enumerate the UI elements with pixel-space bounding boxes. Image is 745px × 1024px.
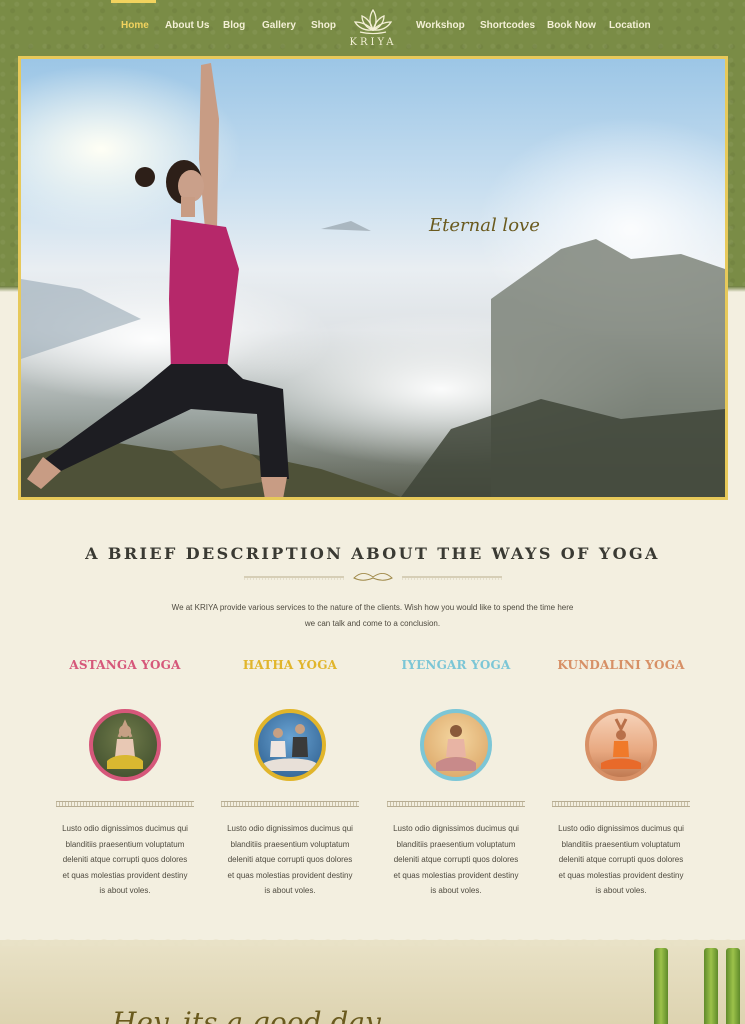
meditating-figure-icon (601, 718, 641, 769)
text-line: is about voles. (264, 886, 316, 895)
yoga-title[interactable]: HATHA YOGA (220, 658, 360, 676)
kundalini-yoga-photo[interactable] (585, 709, 657, 781)
yoga-description: Lusto odio dignissimos ducimus qui bland… (551, 821, 691, 899)
yoga-divider (552, 801, 690, 807)
yoga-card-kundalini: KUNDALINI YOGA Lusto odio dignissimos du… (551, 658, 691, 899)
text-line: et quas molestias provident destiny (227, 870, 353, 880)
text-line: deleniti atque corrupti quos dolores (558, 855, 684, 864)
yoga-card-astanga: ASTANGA YOGA Lusto odio dignissimos duci… (55, 658, 195, 899)
hero-caption: Eternal love (429, 215, 540, 236)
yoga-divider (56, 801, 194, 807)
text-line: Lusto odio dignissimos ducimus qui (227, 824, 353, 833)
nav-item-blog[interactable]: Blog (223, 20, 245, 31)
yoga-card-hatha: HATHA YOGA Lusto odio dignissimos ducimu… (220, 658, 360, 899)
text-line: et quas molestias provident destiny (62, 870, 188, 880)
yoga-card-iyengar: IYENGAR YOGA Lusto odio dignissimos duci… (386, 658, 526, 899)
description-line-1: We at KRIYA provide various services to … (171, 603, 574, 612)
yoga-description: Lusto odio dignissimos ducimus qui bland… (220, 821, 360, 899)
text-line: deleniti atque corrupti quos dolores (393, 855, 519, 864)
yoga-divider (221, 801, 359, 807)
bamboo-stalk (704, 948, 718, 1024)
nav-item-gallery[interactable]: Gallery (262, 20, 296, 31)
iyengar-yoga-photo[interactable] (420, 709, 492, 781)
astanga-yoga-photo[interactable] (89, 709, 161, 781)
text-line: deleniti atque corrupti quos dolores (62, 855, 188, 864)
text-line: is about voles. (99, 886, 151, 895)
two-figures-icon (264, 724, 316, 771)
text-line: Lusto odio dignissimos ducimus qui (62, 824, 188, 833)
ornament-divider (244, 572, 502, 581)
section-description: We at KRIYA provide various services to … (150, 600, 595, 632)
text-line: Lusto odio dignissimos ducimus qui (393, 824, 519, 833)
nav-active-indicator (111, 0, 156, 3)
bamboo-stalk (726, 948, 740, 1024)
lotus-icon (353, 8, 393, 35)
bamboo-stalk (654, 948, 668, 1024)
text-line: blanditiis praesentium voluptatum (230, 839, 350, 849)
nav-item-workshop[interactable]: Workshop (416, 20, 465, 31)
text-line: blanditiis praesentium voluptatum (396, 839, 516, 849)
section-heading: A BRIEF DESCRIPTION ABOUT THE WAYS OF YO… (85, 544, 660, 563)
text-line: Lusto odio dignissimos ducimus qui (558, 824, 684, 833)
hero-yoga-photo (21, 63, 725, 497)
yoga-description: Lusto odio dignissimos ducimus qui bland… (386, 821, 526, 899)
text-line: et quas molestias provident destiny (558, 870, 684, 880)
nav-item-book-now[interactable]: Book Now (547, 20, 596, 31)
main-nav: Home About Us Blog Gallery Shop KRIYA Wo… (0, 0, 745, 56)
meditating-figure-icon (436, 725, 476, 771)
yoga-title[interactable]: IYENGAR YOGA (386, 658, 526, 676)
text-line: deleniti atque corrupti quos dolores (227, 855, 353, 864)
text-line: is about voles. (430, 886, 482, 895)
hero-banner: Eternal love (18, 56, 728, 500)
kriya-logo[interactable]: KRIYA (340, 6, 406, 52)
description-line-2: we can talk and come to a conclusion. (304, 619, 441, 628)
yoga-figure (27, 63, 289, 497)
text-line: is about voles. (595, 886, 647, 895)
yoga-title[interactable]: ASTANGA YOGA (55, 658, 195, 676)
yoga-divider (387, 801, 525, 807)
nav-item-shop[interactable]: Shop (311, 20, 336, 31)
yoga-title[interactable]: KUNDALINI YOGA (551, 658, 691, 676)
nav-item-home[interactable]: Home (121, 20, 149, 31)
nav-item-location[interactable]: Location (609, 20, 651, 31)
hatha-yoga-photo[interactable] (254, 709, 326, 781)
nav-item-shortcodes[interactable]: Shortcodes (480, 20, 535, 31)
text-line: et quas molestias provident destiny (393, 870, 519, 880)
text-line: blanditiis praesentium voluptatum (561, 839, 681, 849)
yoga-description: Lusto odio dignissimos ducimus qui bland… (55, 821, 195, 899)
bottom-script-text: Hey, its a good day (112, 1006, 381, 1024)
logo-text: KRIYA (349, 37, 397, 48)
text-line: blanditiis praesentium voluptatum (65, 839, 185, 849)
nav-item-about-us[interactable]: About Us (165, 20, 209, 31)
meditating-figure-icon (107, 719, 143, 769)
